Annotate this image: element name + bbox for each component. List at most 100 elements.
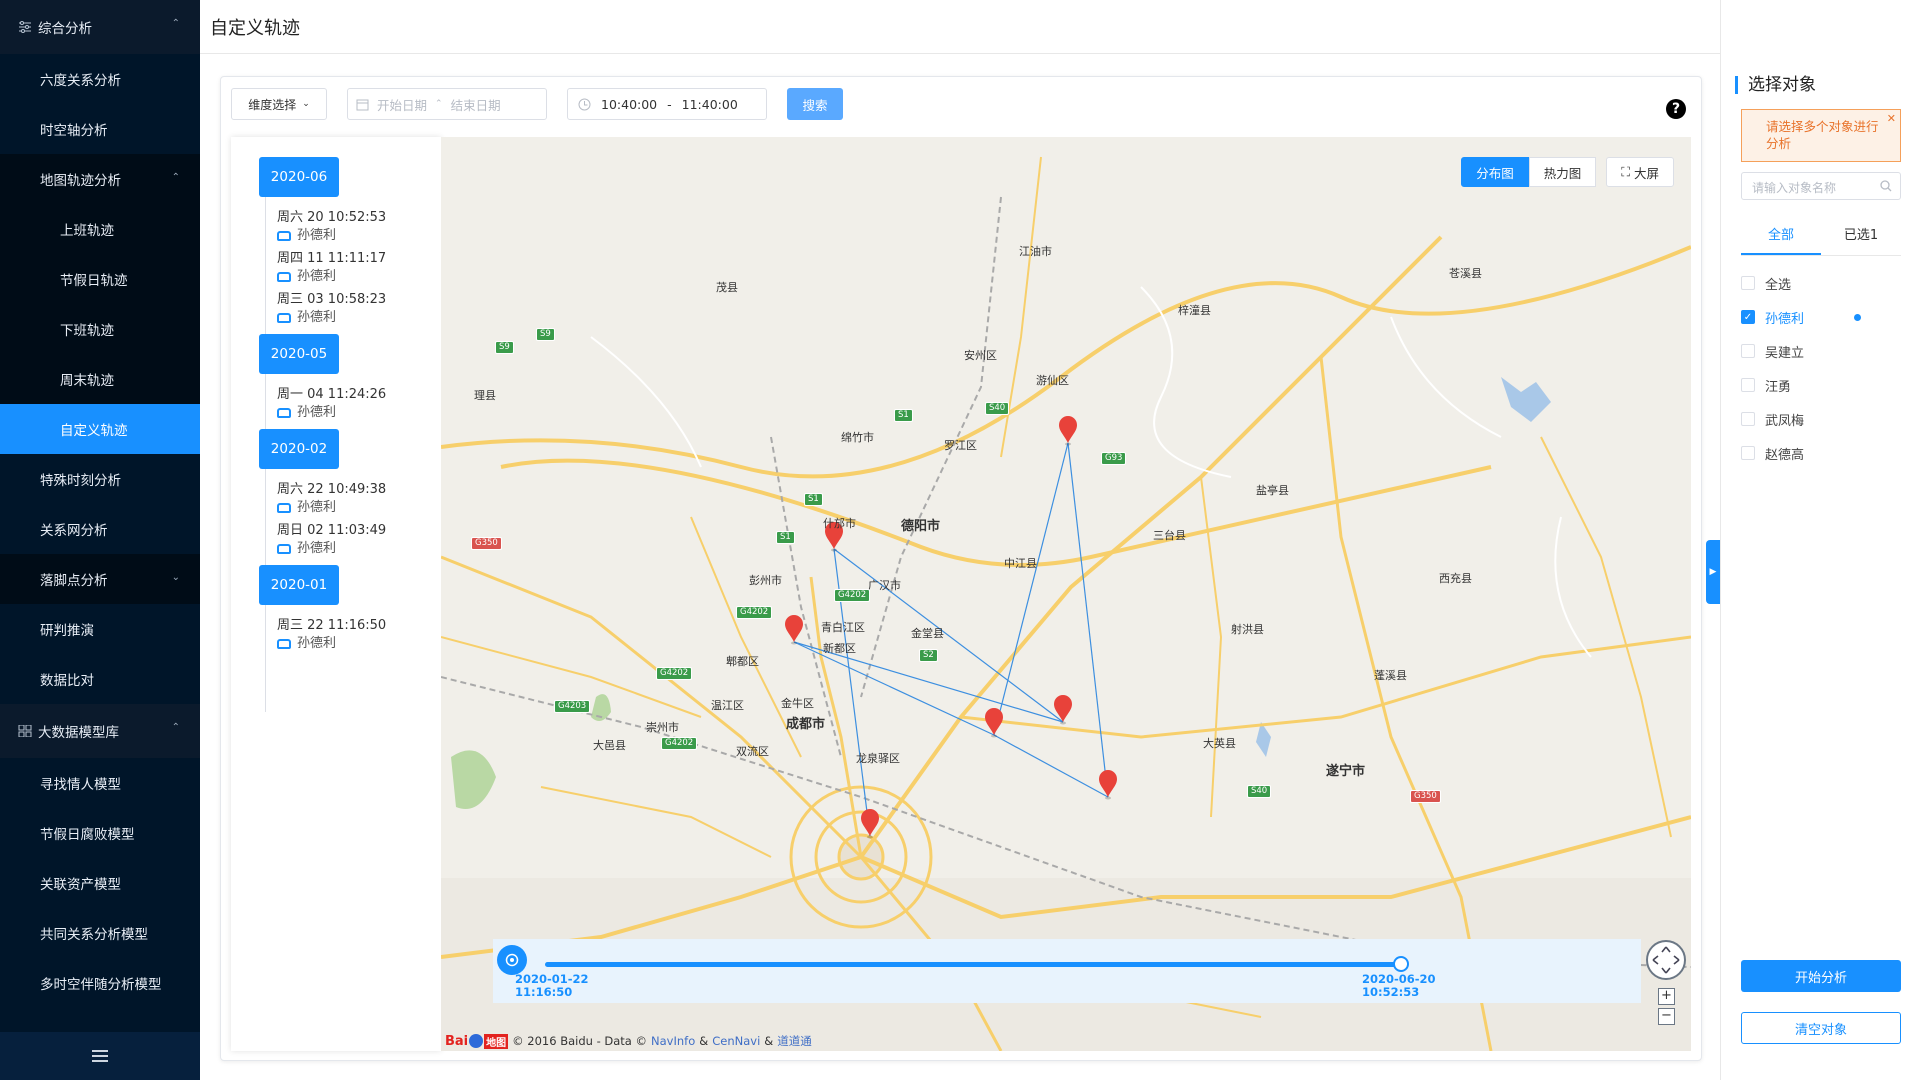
close-icon[interactable]: ✕ [1887,110,1896,127]
map-place-label: 温江区 [711,699,744,712]
progress-track[interactable] [545,962,1400,967]
timeline-entry[interactable]: 周六 20 10:52:53 孙德利 [277,209,386,245]
player-end-time: 10:52:53 [1362,985,1420,999]
object-row[interactable]: 赵德高 [1741,436,1901,470]
sidebar-item-0[interactable]: 综合分析 ⌃ [0,0,200,54]
sidebar-item-14[interactable]: 大数据模型库 ⌃ [0,704,200,758]
entry-name: 孙德利 [297,636,337,651]
map-place-label: 双流区 [736,745,769,758]
selected-dot-icon [1854,313,1862,321]
road-shield: G93 [1101,452,1127,465]
time-start[interactable]: 10:40:00 [601,97,657,112]
sidebar-item-18[interactable]: 共同关系分析模型 [0,908,200,958]
zoom-in-button[interactable]: + [1658,988,1675,1005]
sidebar-item-17[interactable]: 关联资产模型 [0,858,200,908]
search-button[interactable]: 搜索 [787,88,843,120]
object-checkbox[interactable] [1741,412,1755,426]
sidebar-collapse-button[interactable] [0,1032,200,1080]
sliders-icon [18,21,32,33]
timeline-entry[interactable]: 周日 02 11:03:49 孙德利 [277,522,386,558]
sidebar-item-7[interactable]: 周末轨迹 [0,354,200,404]
month-badge[interactable]: 2020-05 [259,334,339,374]
month-badge[interactable]: 2020-01 [259,565,339,605]
daodaotong-link[interactable]: 道道通 [777,1033,812,1049]
map-canvas[interactable] [441,137,1691,1051]
time-range-picker[interactable]: 10:40:00 - 11:40:00 [567,88,767,120]
entry-person: 孙德利 [277,268,386,286]
sidebar-item-9[interactable]: 特殊时刻分析 [0,454,200,504]
start-analysis-button[interactable]: 开始分析 [1741,960,1901,992]
sidebar-item-1[interactable]: 六度关系分析 [0,54,200,104]
timeline-entry[interactable]: 周三 03 10:58:23 孙德利 [277,291,386,327]
timeline-entry[interactable]: 周三 22 11:16:50 孙德利 [277,617,386,653]
sidebar-item-10[interactable]: 关系网分析 [0,504,200,554]
date-range-picker[interactable]: 开始日期 ⌃ 结束日期 [347,88,547,120]
object-search-input[interactable]: 请输入对象名称 [1741,172,1901,200]
sidebar-item-label: 上班轨迹 [60,223,114,239]
select-all-row[interactable]: 全选 [1741,266,1901,300]
dimension-select[interactable]: 维度选择 ⌄ [231,88,327,120]
map-place-label: 安州区 [964,349,997,362]
timeline-entry[interactable]: 周六 22 10:49:38 孙德利 [277,481,386,517]
entry-name: 孙德利 [297,500,337,515]
entry-time: 周六 20 10:52:53 [277,210,387,225]
help-icon[interactable]: ? [1666,99,1686,119]
object-checkbox[interactable] [1741,446,1755,460]
entry-person: 孙德利 [277,309,386,327]
sidebar-item-8[interactable]: 自定义轨迹 [0,404,200,454]
map-place-label: 崇州市 [646,721,679,734]
sidebar-item-15[interactable]: 寻找情人模型 [0,758,200,808]
cennavi-link[interactable]: CenNavi [712,1034,760,1048]
sidebar-item-4[interactable]: 上班轨迹 [0,204,200,254]
zoom-out-button[interactable]: − [1658,1008,1675,1025]
sidebar-item-6[interactable]: 下班轨迹 [0,304,200,354]
navinfo-link[interactable]: NavInfo [651,1034,695,1048]
time-end[interactable]: 11:40:00 [682,97,738,112]
object-checkbox[interactable] [1741,378,1755,392]
tab-selected[interactable]: 已选1 [1821,222,1901,255]
right-panel-toggle[interactable]: ▶ [1706,540,1720,604]
month-badge[interactable]: 2020-02 [259,429,339,469]
object-checkbox[interactable]: ✓ [1741,310,1755,324]
sidebar-item-3[interactable]: 地图轨迹分析 ⌃ [0,154,200,204]
timeline-entry[interactable]: 周四 11 11:11:17 孙德利 [277,250,386,286]
map-place-label: 金堂县 [911,627,944,640]
object-checkbox[interactable] [1741,344,1755,358]
fullscreen-label: 大屏 [1633,165,1659,181]
end-date-input[interactable]: 结束日期 [451,95,501,114]
distribution-map-button[interactable]: 分布图 [1461,157,1529,187]
map-mode-switch: 分布图 热力图 ⛶ 大屏 [1461,157,1674,187]
fullscreen-button[interactable]: ⛶ 大屏 [1606,157,1674,187]
road-shield: S40 [1247,785,1272,798]
map-place-label: 新都区 [823,642,856,655]
warning-text: 请选择多个对象进行分析 [1766,119,1879,151]
object-row[interactable]: 汪勇 [1741,368,1901,402]
sidebar-item-11[interactable]: 落脚点分析 ⌄ [0,554,200,604]
timeline-entry[interactable]: 周一 04 11:24:26 孙德利 [277,386,386,422]
sidebar-item-16[interactable]: 节假日腐败模型 [0,808,200,858]
sidebar-item-label: 关联资产模型 [40,877,121,893]
sidebar-item-12[interactable]: 研判推演 [0,604,200,654]
pan-control[interactable] [1646,940,1686,980]
start-date-input[interactable]: 开始日期 [377,95,427,114]
entry-name: 孙德利 [297,310,337,325]
tab-all[interactable]: 全部 [1741,222,1821,255]
map-place-label: 绵竹市 [841,431,874,444]
map-place-label: 茂县 [716,281,738,294]
object-row[interactable]: 吴建立 [1741,334,1901,368]
sidebar-item-13[interactable]: 数据比对 [0,654,200,704]
map-view[interactable]: 江油市 茂县 梓潼县 苍溪县 安州区 游仙区 理县 绵竹市 罗江区 盐亭县 什邡市 德阳市 中江县 三台县… [441,137,1691,1051]
object-row[interactable]: ✓ 孙德利 [1741,300,1901,334]
sidebar-item-5[interactable]: 节假日轨迹 [0,254,200,304]
sidebar-item-label: 多时空伴随分析模型 [40,977,162,993]
month-badge[interactable]: 2020-06 [259,157,339,197]
clear-objects-button[interactable]: 清空对象 [1741,1012,1901,1044]
object-row[interactable]: 武凤梅 [1741,402,1901,436]
car-icon [277,503,291,513]
select-all-checkbox[interactable] [1741,276,1755,290]
sidebar-item-19[interactable]: 多时空伴随分析模型 [0,958,200,1008]
play-button[interactable] [497,945,527,975]
progress-knob[interactable] [1393,956,1409,972]
heatmap-button[interactable]: 热力图 [1528,157,1597,187]
sidebar-item-2[interactable]: 时空轴分析 [0,104,200,154]
